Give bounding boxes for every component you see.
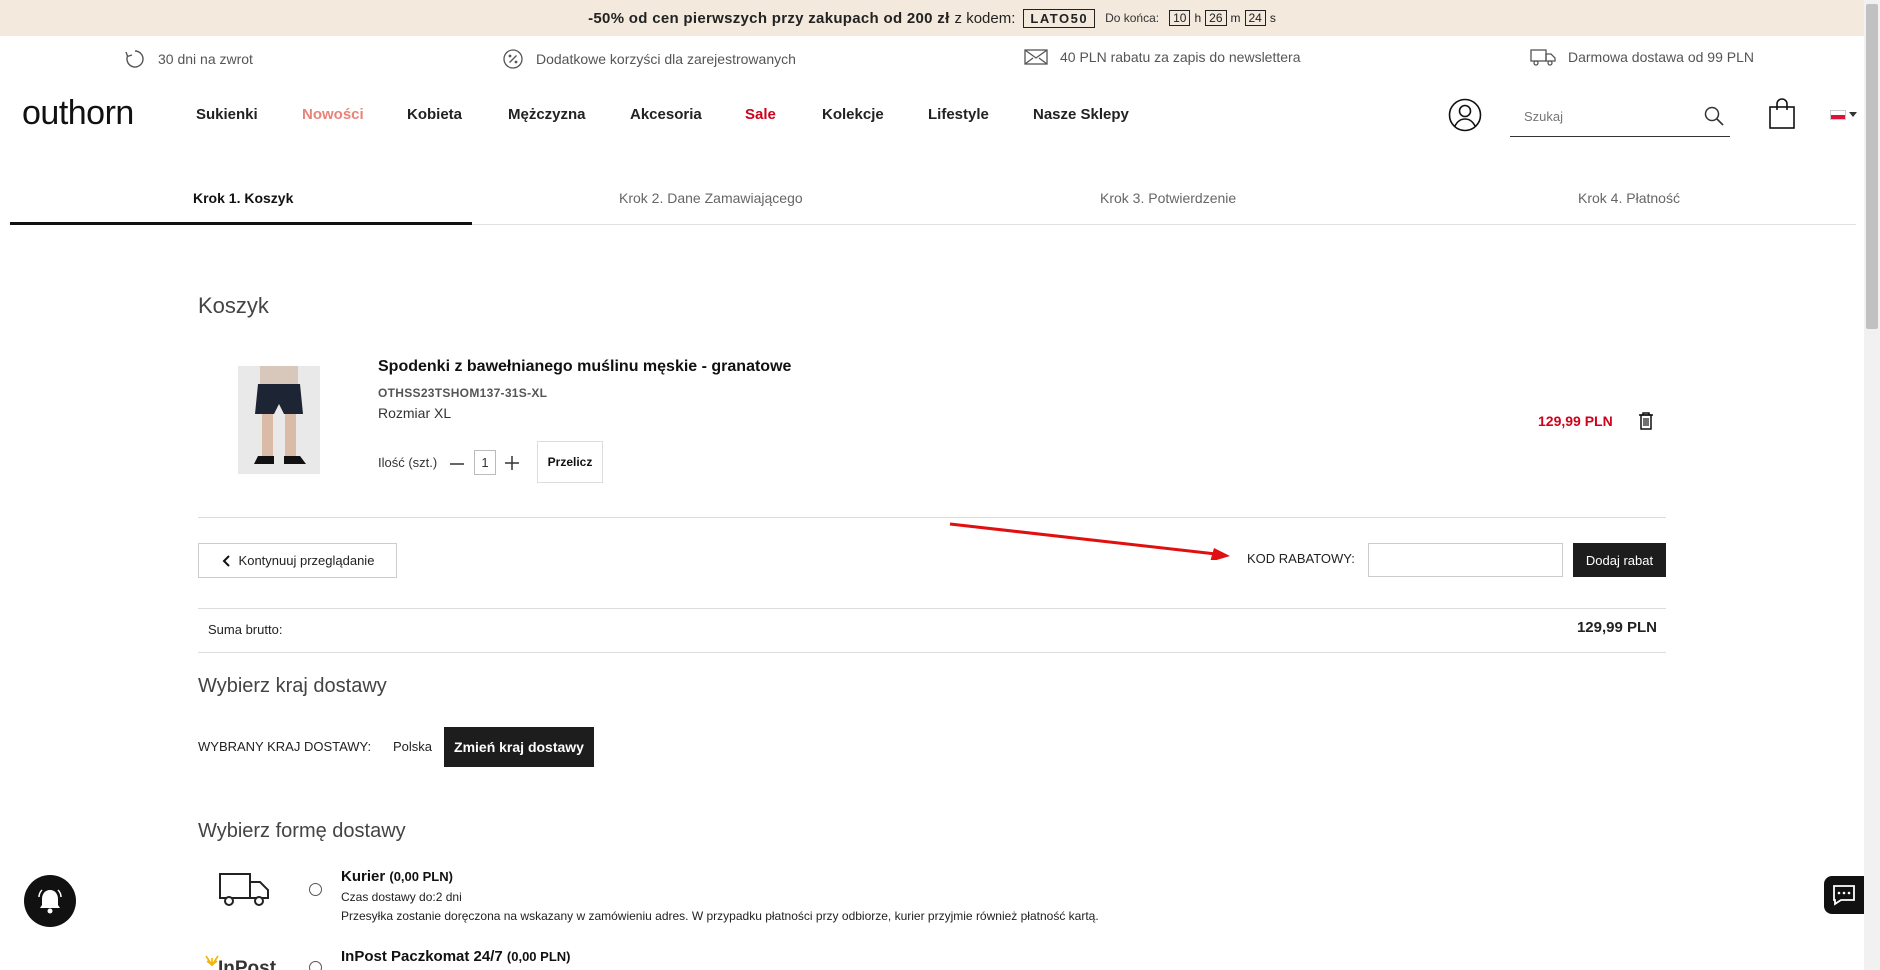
- selected-country-value: Polska: [393, 739, 433, 754]
- hours-unit: h: [1194, 11, 1202, 25]
- delivery-title: Wybierz formę dostawy: [198, 820, 406, 842]
- inpost-logo-text: InPost: [218, 958, 277, 970]
- nav-kobieta[interactable]: Kobieta: [407, 106, 462, 123]
- chat-bubble-icon: [1833, 885, 1855, 906]
- product-sku: OTHSS23TSHOM137-31S-XL: [378, 386, 548, 400]
- benefit-label: 30 dni na zwrot: [158, 51, 253, 67]
- benefit-label: Dodatkowe korzyści dla zarejestrowanych: [536, 51, 796, 67]
- courier-description: Przesyłka zostanie doręczona na wskazany…: [341, 909, 1099, 923]
- search-icon[interactable]: [1704, 106, 1724, 126]
- sum-top-divider: [198, 608, 1666, 609]
- inpost-price: (0,00 PLN): [506, 949, 571, 964]
- nav-sale[interactable]: Sale: [745, 106, 776, 123]
- user-account-icon[interactable]: [1448, 98, 1482, 132]
- red-arrow-annotation: [949, 522, 1230, 560]
- chevron-down-icon[interactable]: [1849, 112, 1857, 118]
- countdown-label: Do końca:: [1105, 11, 1160, 25]
- nav-sukienki[interactable]: Sukienki: [196, 106, 258, 123]
- courier-time: Czas dostawy do:2 dni: [341, 890, 462, 904]
- promo-code[interactable]: LATO50: [1023, 8, 1096, 28]
- benefit-registered[interactable]: Dodatkowe korzyści dla zarejestrowanych: [502, 48, 796, 70]
- return-icon: [125, 50, 144, 68]
- polish-flag-icon[interactable]: [1830, 110, 1846, 120]
- nav-kolekcje[interactable]: Kolekcje: [822, 106, 884, 123]
- courier-radio[interactable]: [309, 883, 322, 896]
- scrollbar-thumb[interactable]: [1866, 4, 1878, 329]
- discount-code-input[interactable]: [1368, 543, 1563, 577]
- cart-divider: [198, 517, 1666, 518]
- promo-text: z kodem:: [954, 9, 1016, 27]
- search-underline: [1510, 136, 1730, 137]
- courier-price: (0,00 PLN): [389, 869, 453, 884]
- minutes-unit: m: [1230, 11, 1241, 25]
- nav-mezczyzna[interactable]: Mężczyzna: [508, 106, 586, 123]
- nav-nasze-sklepy[interactable]: Nasze Sklepy: [1033, 106, 1129, 123]
- step-customer-data[interactable]: Krok 2. Dane Zamawiającego: [619, 190, 803, 206]
- quantity-label: Ilość (szt.): [378, 455, 438, 470]
- nav-akcesoria[interactable]: Akcesoria: [630, 106, 702, 123]
- benefit-newsletter[interactable]: 40 PLN rabatu za zapis do newslettera: [1024, 48, 1300, 66]
- percent-icon: [503, 49, 523, 69]
- country-title: Wybierz kraj dostawy: [198, 675, 387, 697]
- benefit-label: Darmowa dostawa od 99 PLN: [1568, 49, 1754, 65]
- product-name[interactable]: Spodenki z bawełnianego muślinu męskie -…: [378, 358, 791, 376]
- change-country-button[interactable]: Zmień kraj dostawy: [444, 727, 594, 767]
- active-step-indicator: [10, 222, 472, 225]
- product-photo-shorts: [238, 366, 320, 474]
- inpost-radio[interactable]: [309, 961, 322, 970]
- chevron-left-icon: [222, 554, 230, 567]
- countdown-minutes: 26: [1205, 10, 1227, 26]
- inpost-logo: InPost: [205, 950, 285, 970]
- courier-option-heading[interactable]: Kurier (0,00 PLN): [341, 868, 453, 885]
- cart-bag-icon[interactable]: [1768, 98, 1796, 130]
- recalculate-button[interactable]: Przelicz: [537, 441, 603, 483]
- product-price: 129,99 PLN: [1538, 413, 1613, 429]
- truck-icon: [1530, 49, 1556, 66]
- benefit-returns[interactable]: 30 dni na zwrot: [124, 48, 253, 70]
- chat-button[interactable]: [1824, 876, 1864, 914]
- courier-name: Kurier: [341, 868, 386, 885]
- inpost-sun-icon: [205, 955, 219, 966]
- sum-value: 129,99 PLN: [1576, 619, 1657, 636]
- promo-bar: -50% od cen pierwszych przy zakupach od …: [0, 0, 1864, 36]
- sum-label: Suma brutto:: [208, 622, 283, 637]
- step-confirmation[interactable]: Krok 3. Potwierdzenie: [1100, 190, 1236, 206]
- countdown-seconds: 24: [1244, 10, 1266, 26]
- inpost-name: InPost Paczkomat 24/7: [341, 948, 503, 965]
- sum-bottom-divider: [198, 652, 1666, 653]
- notifications-button[interactable]: [24, 875, 76, 927]
- inpost-option-heading[interactable]: InPost Paczkomat 24/7 (0,00 PLN): [341, 948, 570, 965]
- add-discount-button[interactable]: Dodaj rabat: [1573, 543, 1666, 577]
- quantity-input[interactable]: [474, 450, 496, 475]
- step-cart[interactable]: Krok 1. Koszyk: [193, 190, 293, 206]
- outhorn-logo[interactable]: outhorn: [22, 94, 134, 133]
- step-payment[interactable]: Krok 4. Płatność: [1578, 190, 1680, 206]
- minus-icon[interactable]: [449, 457, 465, 471]
- trash-icon[interactable]: [1638, 411, 1654, 430]
- discount-code-label: KOD RABATOWY:: [1247, 551, 1355, 566]
- plus-icon[interactable]: [504, 455, 520, 471]
- courier-truck-icon: [219, 873, 269, 906]
- promo-text-bold: -50% od cen pierwszych przy zakupach od …: [588, 9, 950, 27]
- continue-shopping-label: Kontynuuj przeglądanie: [238, 553, 375, 568]
- product-size: Rozmiar XL: [378, 405, 452, 421]
- benefit-delivery[interactable]: Darmowa dostawa od 99 PLN: [1530, 48, 1754, 66]
- product-image[interactable]: [238, 366, 320, 474]
- continue-shopping-button[interactable]: Kontynuuj przeglądanie: [198, 543, 397, 578]
- envelope-icon: [1024, 49, 1048, 65]
- selected-country-label: WYBRANY KRAJ DOSTAWY:: [198, 739, 372, 754]
- countdown-hours: 10: [1169, 10, 1191, 26]
- nav-lifestyle[interactable]: Lifestyle: [928, 106, 989, 123]
- cart-title: Koszyk: [198, 293, 269, 318]
- nav-nowosci[interactable]: Nowości: [302, 106, 364, 123]
- search-input[interactable]: [1510, 100, 1700, 132]
- seconds-unit: s: [1269, 11, 1276, 25]
- benefit-label: 40 PLN rabatu za zapis do newslettera: [1060, 49, 1301, 65]
- bell-icon: [38, 889, 62, 914]
